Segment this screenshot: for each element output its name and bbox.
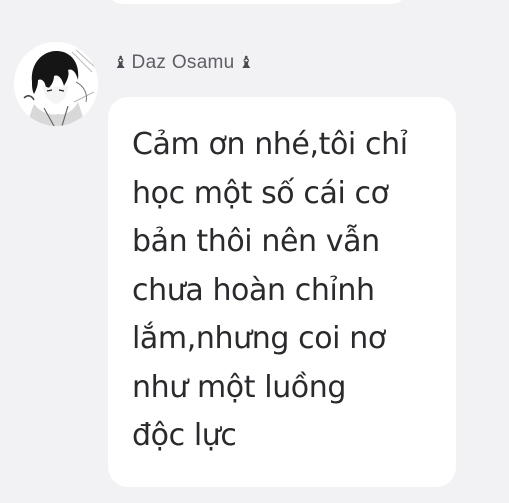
avatar[interactable] — [14, 42, 98, 126]
sender-name[interactable]: Daz Osamu — [132, 52, 235, 74]
previous-message-bubble[interactable] — [108, 0, 406, 4]
chess-bishop-icon: ♝ — [238, 53, 255, 73]
message-text: Cảm ơn nhé,tôi chỉ học một số cái cơ bản… — [132, 127, 408, 453]
chess-bishop-icon: ♝ — [113, 53, 129, 73]
message-bubble[interactable]: Cảm ơn nhé,tôi chỉ học một số cái cơ bản… — [108, 97, 456, 487]
sender-label: ♝ Daz Osamu ♝ — [113, 50, 254, 76]
avatar-image — [14, 42, 98, 126]
